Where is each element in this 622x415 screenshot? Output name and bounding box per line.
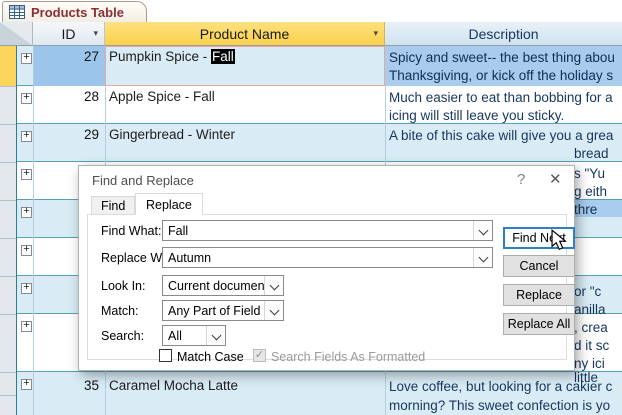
select-all-corner[interactable] (0, 22, 33, 46)
row29-desc-line1[interactable]: A bite of this cake will give you a grea (389, 128, 622, 143)
expand-row-icon[interactable] (21, 283, 32, 294)
selected-text: Fall (211, 49, 235, 64)
mouse-cursor-icon (549, 229, 569, 251)
tab-replace[interactable]: Replace (135, 193, 203, 215)
table-icon (9, 5, 25, 19)
expand-row-icon[interactable] (21, 169, 32, 180)
look-in-label: Look In: (101, 279, 145, 293)
row27-desc-line2[interactable]: Thanksgiving, or kick off the holiday s (389, 68, 622, 83)
column-header-id-label: ID (62, 26, 76, 42)
search-label: Search: (101, 329, 144, 343)
desc-fragment: d it sc (574, 338, 609, 353)
expand-row-icon[interactable] (21, 321, 32, 332)
dropdown-arrow-icon[interactable] (206, 326, 225, 345)
desc-fragment: bread (574, 146, 609, 161)
row27-desc-line1[interactable]: Spicy and sweet-- the best thing abou (389, 50, 622, 65)
cancel-button[interactable]: Cancel (503, 255, 575, 277)
row28-product-name[interactable]: Apple Spice - Fall (109, 89, 215, 104)
desc-fragment: little (574, 370, 598, 385)
expand-row-icon[interactable] (21, 93, 32, 104)
column-header-product-name[interactable]: Product Name ▾ (105, 22, 385, 46)
row35-desc-line2[interactable]: morning? This sweet confection is yo (389, 398, 622, 413)
column-header-description[interactable]: Description (385, 22, 622, 46)
expand-row-icon[interactable] (21, 379, 32, 390)
tab-find[interactable]: Find (91, 196, 135, 215)
find-what-combo[interactable]: Fall (162, 220, 493, 241)
close-icon[interactable]: ✕ (549, 170, 562, 188)
desc-fragment: g eith (574, 184, 607, 199)
desc-fragment: s "Yu (574, 166, 605, 181)
row28-desc-line1[interactable]: Much easier to eat than bobbing for a (389, 90, 622, 105)
replace-all-button[interactable]: Replace All (503, 313, 575, 335)
row28-desc-line2[interactable]: icing will still leave you sticky. (389, 108, 622, 123)
record-selector-strip[interactable] (0, 46, 17, 415)
expand-row-icon[interactable] (21, 131, 32, 142)
look-in-combo[interactable]: Current document (162, 275, 284, 296)
replace-with-combo[interactable]: Autumn (162, 247, 493, 268)
dialog-title: Find and Replace (92, 173, 194, 188)
row28-id[interactable]: 28 (33, 89, 99, 104)
desc-fragment: or "c (574, 284, 601, 299)
replace-button[interactable]: Replace (503, 284, 575, 306)
match-case-checkbox[interactable] (159, 349, 172, 362)
help-icon[interactable]: ? (517, 171, 525, 188)
column-header-description-label: Description (468, 26, 538, 42)
row29-product-name[interactable]: Gingerbread - Winter (109, 127, 235, 142)
search-combo[interactable]: All (162, 325, 226, 346)
search-fields-as-formatted-label: Search Fields As Formatted (271, 350, 425, 364)
search-fields-as-formatted-checkbox[interactable]: ✓ (253, 349, 266, 362)
tab-label: Products Table (31, 5, 124, 20)
column-header-id[interactable]: ID ▾ (33, 22, 105, 46)
dropdown-arrow-icon[interactable] (473, 248, 492, 267)
column-header-product-name-label: Product Name (200, 26, 289, 42)
match-case-label: Match Case (177, 350, 244, 364)
expand-row-icon[interactable] (21, 207, 32, 218)
row27-product-name[interactable]: Pumpkin Spice - Fall (109, 49, 235, 64)
row27-id[interactable]: 27 (33, 49, 99, 64)
dropdown-arrow-icon[interactable] (264, 301, 283, 320)
dropdown-arrow-icon[interactable] (473, 221, 492, 240)
dropdown-arrow-icon[interactable] (264, 276, 283, 295)
desc-fragment: ny ici (574, 356, 605, 371)
id-filter-arrow-icon[interactable]: ▾ (93, 28, 98, 38)
row35-product-name[interactable]: Caramel Mocha Latte (109, 378, 238, 393)
tab-products-table[interactable]: Products Table (2, 1, 147, 22)
desc-fragment: thre (574, 202, 597, 217)
access-datasheet-window: Products Table ID ▾ Product Name ▾ (0, 0, 622, 415)
match-combo[interactable]: Any Part of Field (162, 300, 284, 321)
row35-id[interactable]: 35 (33, 378, 99, 393)
find-replace-dialog: Find and Replace ? ✕ Find Replace Find W… (78, 165, 575, 371)
product-name-filter-arrow-icon[interactable]: ▾ (373, 28, 378, 38)
match-label: Match: (101, 304, 139, 318)
row29-id[interactable]: 29 (33, 127, 99, 142)
desc-fragment: anilla (574, 302, 606, 317)
expand-row-icon[interactable] (21, 53, 32, 64)
find-what-label: Find What: (101, 224, 161, 238)
desc-fragment: , crea (574, 320, 608, 335)
expand-row-icon[interactable] (21, 245, 32, 256)
current-record-selector[interactable] (0, 46, 16, 87)
document-tab-bar: Products Table (0, 0, 622, 22)
